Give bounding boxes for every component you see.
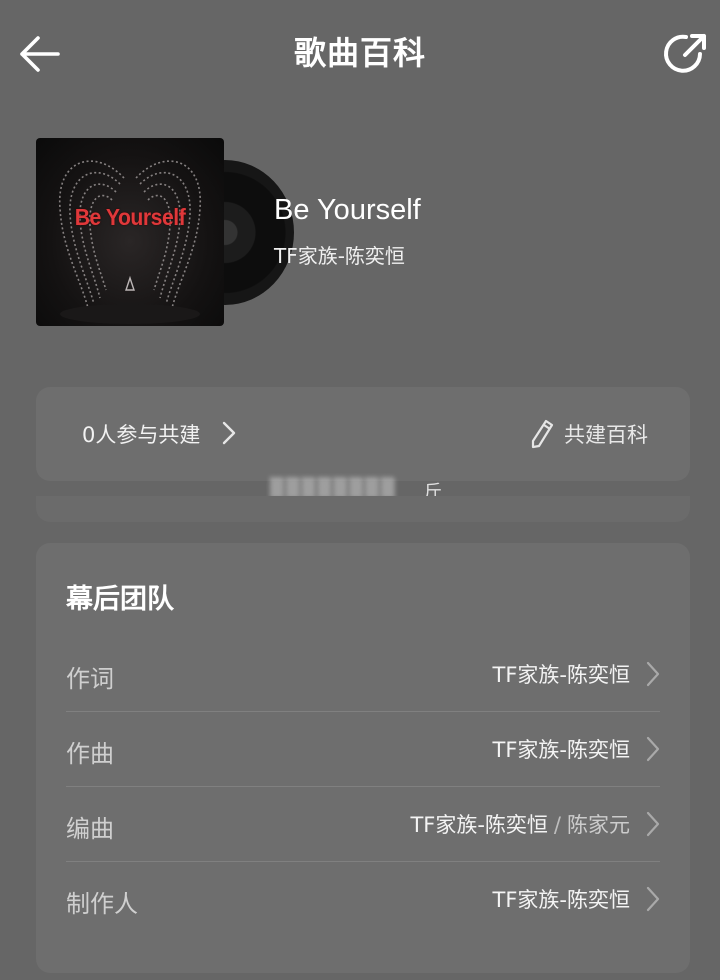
- wings-illustration: [59, 160, 201, 324]
- co-edit-button[interactable]: 共建百科: [530, 417, 648, 451]
- pencil-icon: [531, 419, 554, 449]
- song-artist[interactable]: TF家族-陈奕恒: [274, 240, 405, 269]
- page-title: 歌曲百科: [293, 34, 426, 72]
- share-icon: [664, 34, 706, 73]
- team-row-lyricist[interactable]: 作词 TF家族-陈奕恒: [66, 637, 660, 712]
- arranger-secondary: 陈家元: [567, 813, 630, 837]
- participants-link[interactable]: 0人参与共建: [82, 419, 200, 449]
- co-edit-label: 共建百科: [564, 423, 648, 447]
- collapsed-card: [36, 496, 690, 522]
- role-value: TF家族-陈奕恒: [492, 663, 630, 687]
- team-row-composer[interactable]: 作曲 TF家族-陈奕恒: [66, 712, 660, 787]
- chevron-right-icon: [646, 736, 660, 762]
- chevron-right-icon: [646, 886, 660, 912]
- chevron-right-icon: [646, 811, 660, 837]
- arranger-primary: TF家族-陈奕恒: [410, 813, 548, 837]
- share-button[interactable]: [660, 28, 712, 80]
- role-label: 作词: [66, 665, 114, 693]
- separator: /: [553, 813, 561, 837]
- role-label: 制作人: [66, 890, 138, 918]
- role-value: TF家族-陈奕恒: [492, 738, 630, 762]
- team-row-arranger[interactable]: 编曲 TF家族-陈奕恒 / 陈家元: [66, 787, 660, 862]
- team-card: 幕后团队 作词 TF家族-陈奕恒 作曲 TF家族-陈奕恒 编曲 TF家族-陈奕恒…: [36, 543, 690, 973]
- role-value: TF家族-陈奕恒 / 陈家元: [410, 809, 630, 839]
- chevron-right-icon: [222, 421, 236, 445]
- album-art[interactable]: Be Yourself: [36, 138, 294, 328]
- role-label: 作曲: [66, 740, 114, 768]
- chevron-right-icon: [646, 661, 660, 687]
- role-value: TF家族-陈奕恒: [492, 888, 630, 912]
- song-title: Be Yourself: [274, 194, 421, 226]
- album-cover: Be Yourself: [36, 138, 224, 326]
- team-title: 幕后团队: [66, 584, 174, 615]
- header: 歌曲百科: [0, 0, 720, 105]
- cover-title-text: Be Yourself: [74, 204, 186, 230]
- role-label: 编曲: [66, 815, 114, 843]
- team-row-producer[interactable]: 制作人 TF家族-陈奕恒: [66, 862, 660, 937]
- contribute-card: 0人参与共建 共建百科: [36, 387, 690, 481]
